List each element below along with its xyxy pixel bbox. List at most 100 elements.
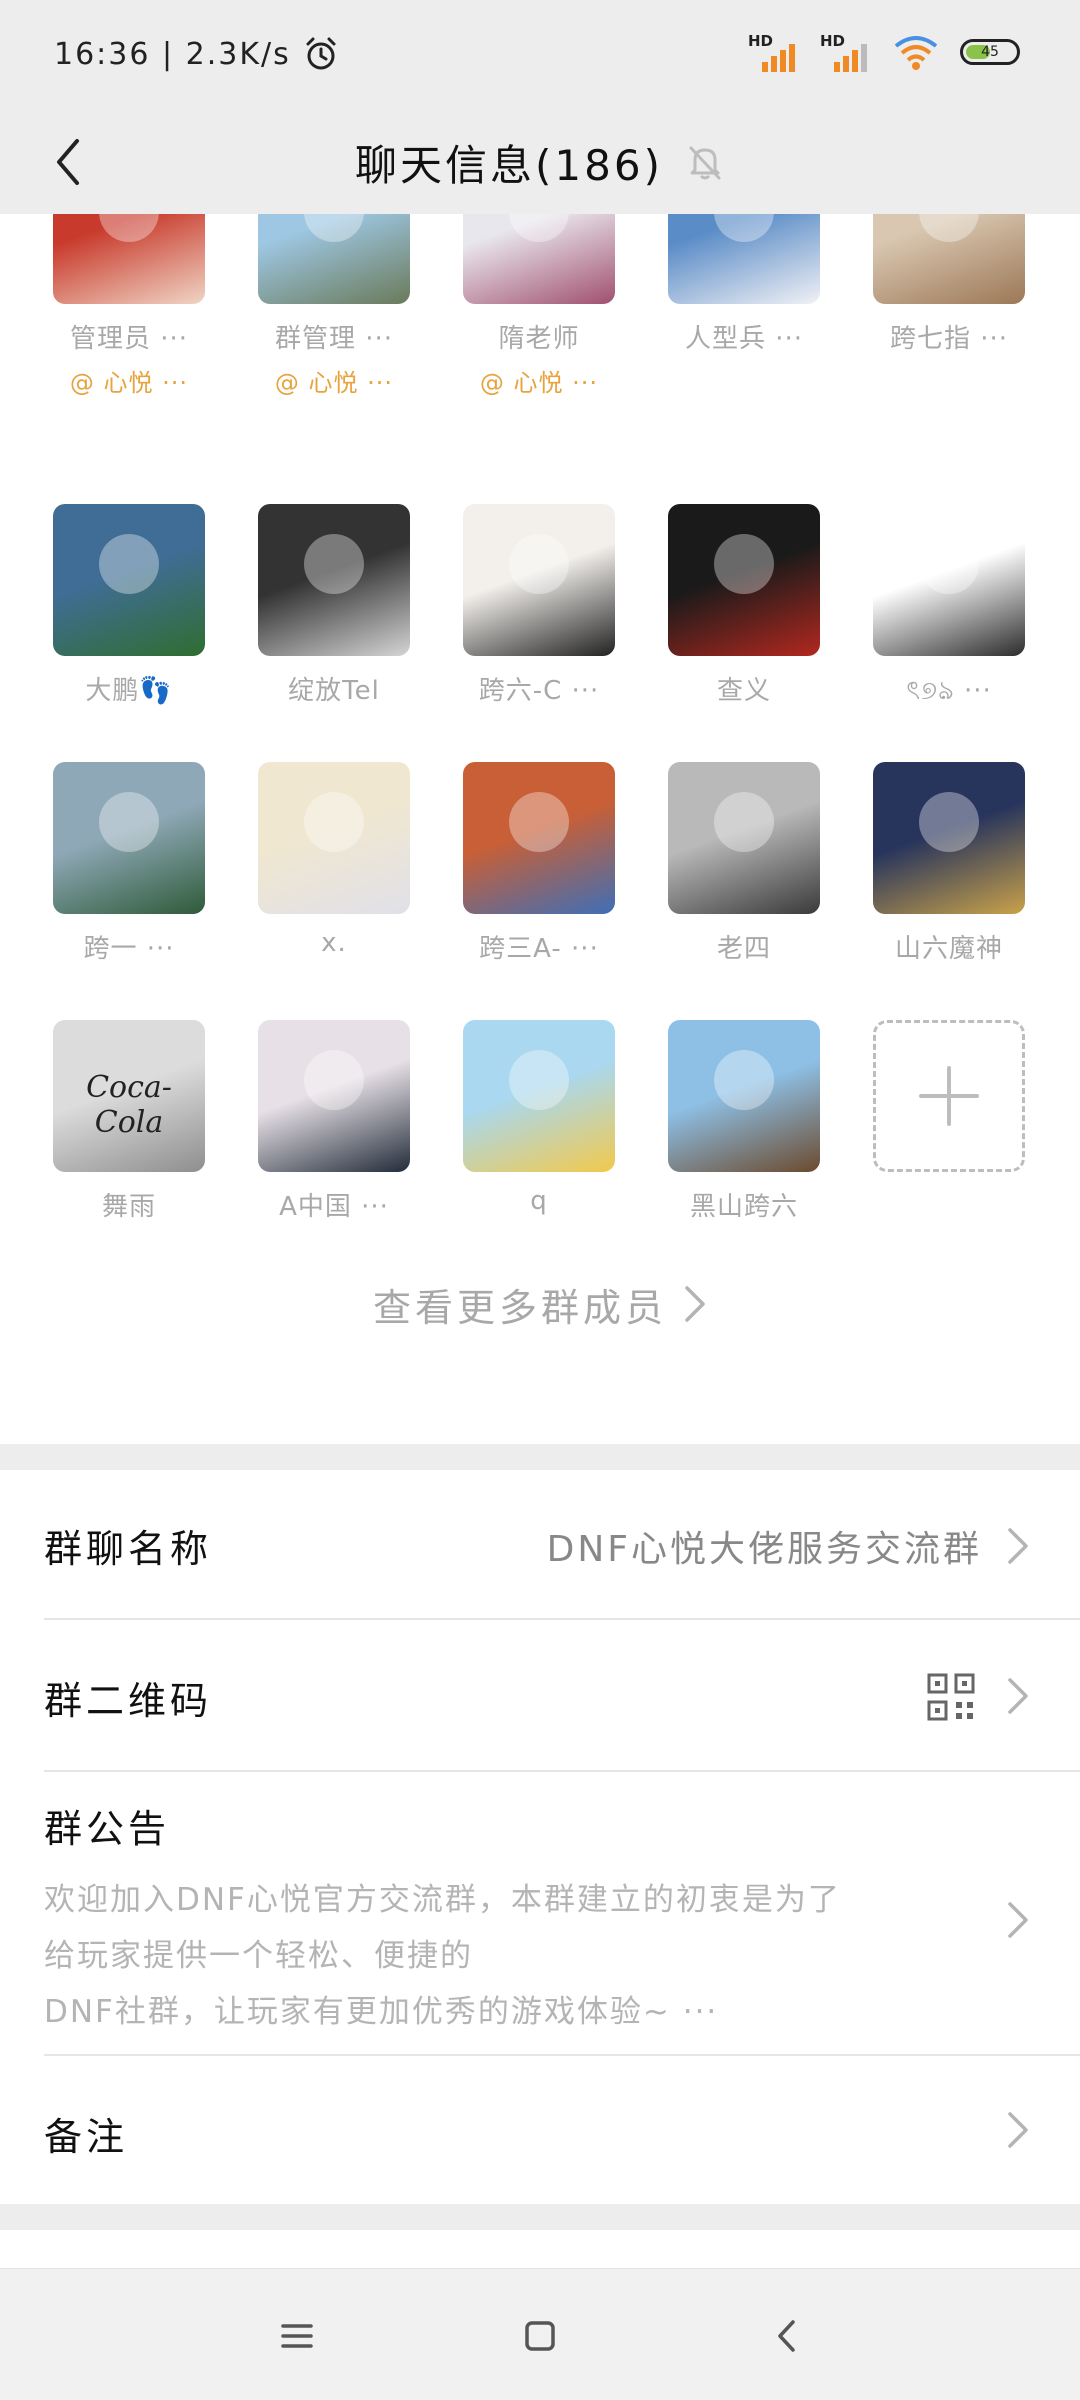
member-name: 人型兵 ···: [684, 324, 804, 354]
view-more-label: 查看更多群成员: [372, 1285, 667, 1330]
member-item[interactable]: 查义: [644, 504, 844, 707]
member-name: 跨七指 ···: [889, 324, 1009, 354]
group-notice-text: 欢迎加入DNF心悦官方交流群，本群建立的初衷是为了 给玩家提供一个轻松、便捷的 …: [44, 1872, 964, 2040]
next-settings-section: [0, 2230, 1080, 2270]
member-avatar: [463, 1020, 615, 1172]
member-name: 老四: [716, 934, 771, 964]
member-name: 黑山跨六: [689, 1192, 798, 1222]
group-notice-row[interactable]: 群公告 欢迎加入DNF心悦官方交流群，本群建立的初衷是为了 给玩家提供一个轻松、…: [0, 1772, 1080, 2056]
status-left: 16:36 | 2.3K/s: [54, 36, 339, 72]
member-item[interactable]: x.: [234, 762, 434, 958]
member-avatar-figure: [99, 534, 159, 594]
member-avatar: [668, 214, 820, 304]
chevron-right-icon: [1008, 2112, 1028, 2148]
member-avatar: [53, 504, 205, 656]
member-name: 跨一 ···: [83, 934, 175, 964]
member-item[interactable]: 黑山跨六: [644, 1020, 844, 1223]
member-item[interactable]: 大鹏👣: [29, 504, 229, 707]
member-name: 隋老师: [498, 324, 580, 354]
member-item[interactable]: 山六魔神: [849, 762, 1049, 965]
member-item[interactable]: 跨六-C ···: [439, 504, 639, 707]
status-bar: 16:36 | 2.3K/s HD HD 45: [0, 0, 1080, 110]
menu-button[interactable]: [262, 2301, 332, 2371]
member-avatar-figure: [919, 214, 979, 242]
member-item[interactable]: 跨一 ···: [29, 762, 229, 965]
remark-row[interactable]: 备注: [0, 2056, 1080, 2204]
member-avatar: [463, 214, 615, 304]
member-avatar: [668, 762, 820, 914]
member-avatar: [53, 214, 205, 304]
qr-code-row[interactable]: 群二维码: [0, 1620, 1080, 1770]
bell-off-icon: [689, 146, 721, 180]
wifi-icon: [894, 36, 938, 70]
group-notice-line-1: 欢迎加入DNF心悦官方交流群，本群建立的初衷是为了: [44, 1882, 841, 1918]
member-tag: @ 心悦 ···: [274, 369, 394, 397]
view-more-members-link[interactable]: 查看更多群成员: [0, 1274, 1080, 1334]
member-avatar: [258, 214, 410, 304]
member-avatar-figure: [509, 214, 569, 242]
member-avatar: [668, 1020, 820, 1172]
member-item[interactable]: q: [439, 1020, 639, 1216]
member-name: q: [530, 1186, 548, 1216]
member-item[interactable]: 跨七指 ···: [849, 214, 1049, 355]
chevron-right-icon: [685, 1286, 705, 1322]
top-bar: 16:36 | 2.3K/s HD HD 45 聊天信息(186): [0, 0, 1080, 214]
member-name: A中国 ···: [279, 1192, 389, 1222]
member-avatar: [463, 504, 615, 656]
cell-signal-2-icon: HD: [820, 32, 872, 72]
battery-level: 45: [981, 44, 999, 60]
member-avatar-figure: [919, 534, 979, 594]
group-notice-line-3: DNF社群，让玩家有更加优秀的游戏体验~ ···: [44, 1994, 719, 2030]
status-right: HD HD 45: [748, 32, 1020, 72]
plus-icon: [919, 1066, 979, 1126]
add-member-button[interactable]: [849, 1020, 1049, 1172]
member-item[interactable]: 人型兵 ···: [644, 214, 844, 355]
group-name-label: 群聊名称: [44, 1527, 213, 1571]
member-avatar-figure: [714, 792, 774, 852]
member-item[interactable]: ৎ୭ঌ ···: [849, 504, 1049, 714]
remark-label: 备注: [44, 2115, 129, 2159]
member-avatar: [463, 762, 615, 914]
member-item[interactable]: 群管理 ··· @ 心悦 ···: [234, 214, 434, 398]
member-avatar: [258, 762, 410, 914]
member-avatar-logo: Coca-Cola: [86, 1070, 172, 1140]
system-back-button[interactable]: [752, 2301, 822, 2371]
home-button[interactable]: [505, 2301, 575, 2371]
member-avatar: [873, 762, 1025, 914]
settings-section: 群聊名称 DNF心悦大佬服务交流群 群二维码 群公告 欢迎加入DNF心悦官方交流…: [0, 1470, 1080, 2204]
member-name: 管理员 ···: [69, 324, 189, 354]
member-avatar-figure: [304, 534, 364, 594]
member-item[interactable]: 绽放Tel: [234, 504, 434, 707]
member-name: 查义: [716, 676, 771, 706]
system-nav-bar: [0, 2268, 1080, 2400]
member-avatar: Coca-Cola: [53, 1020, 205, 1172]
add-member-tile: [873, 1020, 1025, 1172]
member-avatar-figure: [304, 1050, 364, 1110]
qr-code-label: 群二维码: [44, 1679, 213, 1723]
member-item[interactable]: 跨三A- ···: [439, 762, 639, 965]
member-name: 群管理 ···: [274, 324, 394, 354]
member-name: 绽放Tel: [288, 676, 380, 706]
status-time-speed: 16:36 | 2.3K/s: [54, 36, 291, 72]
group-name-row[interactable]: 群聊名称 DNF心悦大佬服务交流群: [0, 1470, 1080, 1620]
chevron-right-icon: [1008, 1678, 1028, 1714]
group-notice-line-2: 给玩家提供一个轻松、便捷的: [44, 1938, 473, 1974]
member-avatar-figure: [714, 534, 774, 594]
member-avatar-figure: [714, 1050, 774, 1110]
cell-signal-1-icon: HD: [748, 32, 800, 72]
back-triangle-icon: [778, 2320, 795, 2352]
home-square-icon: [525, 2321, 555, 2351]
group-name-value: DNF心悦大佬服务交流群: [546, 1529, 982, 1570]
title-wrap: 聊天信息(186): [0, 110, 1080, 214]
page-title: 聊天信息(186): [355, 140, 663, 190]
member-avatar-figure: [304, 214, 364, 242]
member-item[interactable]: A中国 ···: [234, 1020, 434, 1223]
member-item[interactable]: 隋老师 @ 心悦 ···: [439, 214, 639, 398]
member-item[interactable]: 管理员 ··· @ 心悦 ···: [29, 214, 229, 398]
group-notice-label: 群公告: [44, 1807, 171, 1851]
member-item[interactable]: 老四: [644, 762, 844, 965]
member-item[interactable]: Coca-Cola 舞雨: [29, 1020, 229, 1223]
battery-icon: 45: [960, 39, 1020, 65]
member-avatar-figure: [99, 792, 159, 852]
chevron-right-icon: [1008, 1902, 1028, 1938]
